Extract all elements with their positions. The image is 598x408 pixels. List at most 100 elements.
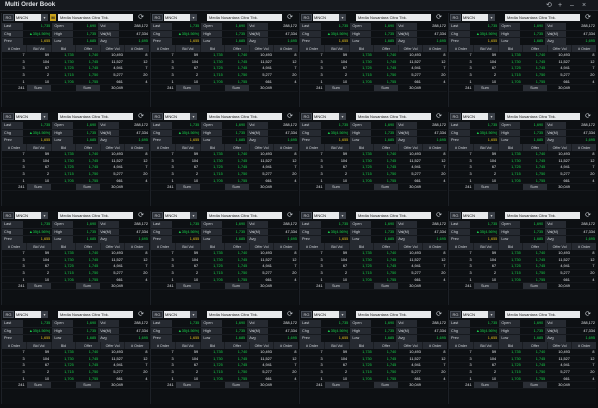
symbol-input[interactable]: MNCN (164, 311, 190, 318)
summary-row: Chg ▲35(4.56%) High 1,735 Val(M) 47,334 (300, 129, 447, 138)
chevron-down-icon[interactable]: ▾ (41, 311, 48, 318)
chevron-down-icon[interactable]: ▾ (339, 14, 346, 21)
refresh-icon[interactable]: ⟳ (285, 211, 295, 220)
board-select[interactable]: RG (3, 113, 14, 120)
board-select[interactable]: RG (152, 113, 163, 120)
chevron-down-icon[interactable]: ▾ (339, 311, 346, 318)
chevron-down-icon[interactable]: ▾ (488, 14, 495, 21)
chevron-down-icon[interactable]: ▾ (41, 14, 48, 21)
board-select[interactable]: RG (3, 311, 14, 318)
board-select[interactable]: RG (3, 212, 14, 219)
summary-cell: Open (52, 221, 74, 229)
chevron-down-icon[interactable]: ▾ (41, 113, 48, 120)
chevron-down-icon[interactable]: ▾ (488, 212, 495, 219)
refresh-icon[interactable]: ⟳ (583, 211, 593, 220)
refresh-icon[interactable]: ⟳ (583, 13, 593, 22)
refresh-icon[interactable]: ⟳ (583, 112, 593, 121)
board-select[interactable]: RG (301, 311, 312, 318)
board-select[interactable]: RG (301, 14, 312, 21)
order-book-cell: 661 (398, 375, 423, 383)
board-select[interactable]: RG (450, 311, 461, 318)
symbol-input[interactable]: MNCN (462, 14, 488, 21)
detach-icon[interactable]: ⟲ (546, 0, 552, 11)
symbol-input[interactable]: MNCN (15, 113, 41, 120)
symbol-input[interactable]: MNCN (164, 14, 190, 21)
add-icon[interactable]: + (558, 0, 562, 11)
chevron-down-icon[interactable]: ▾ (190, 212, 197, 219)
order-book-cell: 1,755 (522, 177, 548, 185)
board-select[interactable]: RG (301, 113, 312, 120)
order-book-cell: 1 (449, 276, 474, 284)
chevron-down-icon[interactable]: ▾ (339, 113, 346, 120)
board-select[interactable]: RG (301, 212, 312, 219)
order-book-cell: 1,740 (224, 151, 250, 159)
column-header: Offer Vol (100, 243, 126, 250)
symbol-input[interactable]: MNCN (462, 113, 488, 120)
company-name: Media Nusantara Citra Tbk. (356, 14, 431, 21)
order-book-cell: 1,705 (51, 177, 76, 185)
refresh-icon[interactable]: ⟳ (285, 112, 295, 121)
symbol-input[interactable]: MNCN (164, 113, 190, 120)
chevron-down-icon[interactable]: ▾ (339, 212, 346, 219)
order-book-cell: 4,941 (398, 362, 423, 370)
chevron-down-icon[interactable]: ▾ (190, 311, 197, 318)
refresh-icon[interactable]: ⟳ (136, 211, 146, 220)
symbol-input[interactable]: MNCN (313, 14, 339, 21)
order-book-cell: 4,941 (547, 362, 572, 370)
refresh-icon[interactable]: ⟳ (434, 211, 444, 220)
board-select[interactable]: RG (3, 14, 14, 21)
symbol-input[interactable]: MNCN (313, 212, 339, 219)
column-header: Bid (498, 342, 524, 349)
order-book-cell: 1,715 (498, 170, 523, 178)
symbol-input[interactable]: MNCN (462, 311, 488, 318)
order-book-cell: 104 (26, 256, 52, 264)
refresh-icon[interactable]: ⟳ (136, 310, 146, 319)
symbol-input[interactable]: MNCN (313, 113, 339, 120)
chevron-down-icon[interactable]: ▾ (190, 113, 197, 120)
symbol-input[interactable]: MNCN (313, 311, 339, 318)
board-select[interactable]: RG (450, 212, 461, 219)
board-select[interactable]: RG (450, 113, 461, 120)
column-header: Offer Vol (398, 144, 424, 151)
refresh-icon[interactable]: ⟳ (434, 310, 444, 319)
total-offer-vol: 30,049 (547, 381, 572, 390)
chevron-down-icon[interactable]: ▾ (190, 14, 197, 21)
close-icon[interactable]: × (582, 0, 586, 11)
order-book-cell: 3 (2, 164, 27, 172)
symbol-input[interactable]: MNCN (164, 212, 190, 219)
order-book-cell: 11,527 (547, 256, 572, 264)
board-select[interactable]: RG (152, 212, 163, 219)
chevron-down-icon[interactable]: ▾ (488, 311, 495, 318)
refresh-icon[interactable]: ⟳ (583, 310, 593, 319)
order-book-row: 3 104 1,730 1,745 11,527 12 (300, 58, 447, 66)
order-book-cell: 1,745 (522, 355, 548, 363)
order-book-cell: 11,527 (547, 58, 572, 66)
board-select[interactable]: RG (152, 14, 163, 21)
order-book-cell: 1,730 (498, 58, 523, 66)
symbol-input[interactable]: MNCN (15, 212, 41, 219)
board-select[interactable]: RG (450, 14, 461, 21)
order-book-row: 1 10 1,705 1,755 661 4 (449, 276, 596, 284)
refresh-icon[interactable]: ⟳ (136, 112, 146, 121)
board-select[interactable]: RG (152, 311, 163, 318)
minimize-icon[interactable]: – (570, 0, 574, 11)
refresh-icon[interactable]: ⟳ (285, 310, 295, 319)
order-book-cell: 8 (422, 151, 447, 159)
chevron-down-icon[interactable]: ▾ (488, 113, 495, 120)
symbol-input[interactable]: MNCN (462, 212, 488, 219)
refresh-icon[interactable]: ⟳ (434, 112, 444, 121)
symbol-input[interactable]: MNCN (15, 311, 41, 318)
refresh-icon[interactable]: ⟳ (285, 13, 295, 22)
order-book-panel: RG MNCN ▾ Media Nusantara Citra Tbk. ⟳ Last 1,… (448, 112, 596, 206)
symbol-input[interactable]: MNCN (15, 14, 41, 21)
order-book-cell: 7 (300, 151, 325, 159)
order-book-cell: 7 (273, 263, 298, 271)
order-book-cell: 20 (124, 368, 149, 376)
chevron-down-icon[interactable]: ▾ (41, 212, 48, 219)
panel-controls: RG MNCN ▾ Media Nusantara Citra Tbk. ⟳ (449, 310, 596, 319)
summary-cell: 1,690 (520, 221, 546, 229)
column-header: Offer Vol (249, 45, 275, 52)
summary-cell: 288,172 (267, 23, 298, 31)
refresh-icon[interactable]: ⟳ (434, 13, 444, 22)
refresh-icon[interactable]: ⟳ (136, 13, 146, 22)
